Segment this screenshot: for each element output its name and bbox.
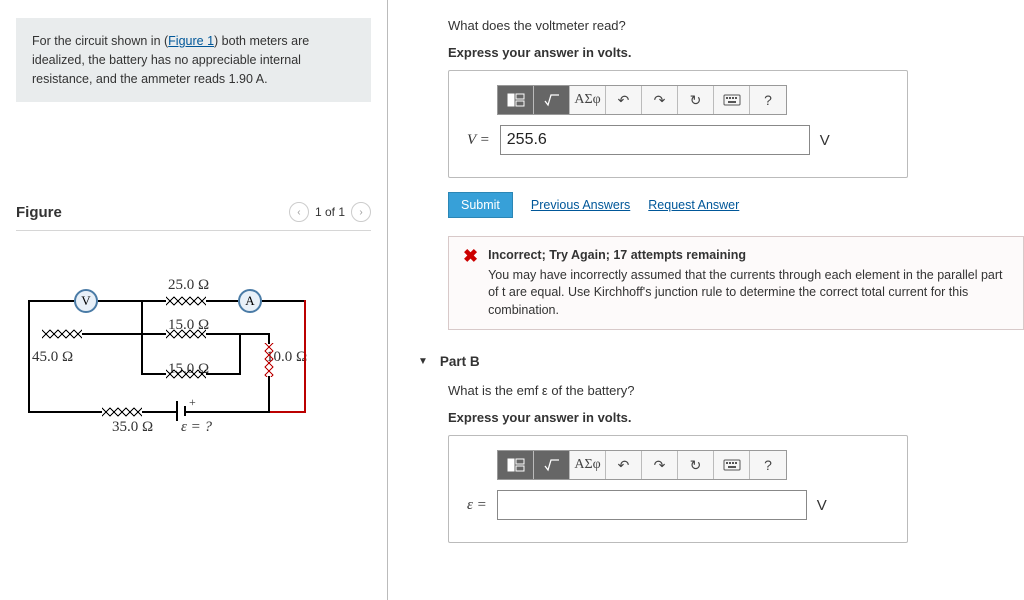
part-b-var: ε = (467, 497, 487, 514)
reset-icon[interactable]: ↻ (678, 86, 714, 114)
part-b-input-group: ΑΣφ ↶ ↷ ↻ ? ε = V (448, 435, 908, 543)
part-a-var: V = (467, 132, 490, 149)
r-bottom-label: 35.0 Ω (112, 419, 153, 436)
request-answer-link[interactable]: Request Answer (648, 198, 739, 212)
next-figure-button[interactable]: › (351, 202, 371, 222)
feedback-title: Incorrect; Try Again; 17 attempts remain… (488, 247, 1009, 265)
figure-header: Figure ‹ 1 of 1 › (16, 202, 371, 231)
part-b-input-row: ε = V (467, 490, 889, 520)
problem-pre: For the circuit shown in ( (32, 34, 168, 48)
part-a-input-row: V = V (467, 125, 889, 155)
voltmeter-icon: V (74, 289, 98, 313)
part-b-unit: V (817, 497, 827, 514)
figure-title: Figure (16, 204, 62, 221)
left-pane: For the circuit shown in (Figure 1) both… (0, 0, 388, 600)
template-icon[interactable] (498, 451, 534, 479)
sqrt-icon[interactable] (534, 86, 570, 114)
formula-toolbar-b: ΑΣφ ↶ ↷ ↻ ? (497, 450, 787, 480)
template-icon[interactable] (498, 86, 534, 114)
part-b-header[interactable]: ▼ Part B (418, 354, 1024, 369)
previous-answers-link[interactable]: Previous Answers (531, 198, 630, 212)
problem-statement: For the circuit shown in (Figure 1) both… (16, 18, 371, 102)
part-b-input[interactable] (497, 490, 807, 520)
part-a-instruction: Express your answer in volts. (448, 45, 1024, 60)
figure-image: 25.0 Ω 15.0 Ω 45.0 Ω 15.0 Ω 10.0 Ω 35.0 … (16, 281, 371, 461)
submit-button[interactable]: Submit (448, 192, 513, 218)
right-pane: What does the voltmeter read? Express yo… (388, 0, 1024, 600)
r-left-label: 45.0 Ω (32, 349, 73, 366)
feedback-box: ✖ Incorrect; Try Again; 17 attempts rema… (448, 236, 1024, 330)
part-b-title: Part B (440, 354, 480, 369)
part-a-question: What does the voltmeter read? (448, 18, 1024, 33)
keyboard-icon[interactable] (714, 451, 750, 479)
r-top-label: 25.0 Ω (168, 277, 209, 294)
undo-icon[interactable]: ↶ (606, 86, 642, 114)
redo-icon[interactable]: ↷ (642, 86, 678, 114)
part-b-question: What is the emf ε of the battery? (448, 383, 1024, 398)
redo-icon[interactable]: ↷ (642, 451, 678, 479)
sqrt-icon[interactable] (534, 451, 570, 479)
part-b-instruction: Express your answer in volts. (448, 410, 1024, 425)
part-b: What is the emf ε of the battery? Expres… (418, 383, 1024, 543)
help-button[interactable]: ? (750, 86, 786, 114)
part-a-actions: Submit Previous Answers Request Answer (448, 192, 1024, 218)
figure-counter: 1 of 1 (315, 205, 345, 219)
help-button[interactable]: ? (750, 451, 786, 479)
part-a-unit: V (820, 132, 830, 149)
figure-nav: ‹ 1 of 1 › (289, 202, 371, 222)
symbols-button[interactable]: ΑΣφ (570, 86, 606, 114)
incorrect-icon: ✖ (463, 247, 478, 319)
figure-link[interactable]: Figure 1 (168, 34, 214, 48)
keyboard-icon[interactable] (714, 86, 750, 114)
undo-icon[interactable]: ↶ (606, 451, 642, 479)
disclose-icon: ▼ (418, 356, 428, 367)
feedback-body: You may have incorrectly assumed that th… (488, 267, 1009, 320)
part-a: What does the voltmeter read? Express yo… (418, 18, 1024, 330)
formula-toolbar: ΑΣφ ↶ ↷ ↻ ? (497, 85, 787, 115)
symbols-button[interactable]: ΑΣφ (570, 451, 606, 479)
emf-label: ε = ? (181, 419, 212, 436)
part-a-input-group: ΑΣφ ↶ ↷ ↻ ? V = V (448, 70, 908, 178)
circuit-diagram: 25.0 Ω 15.0 Ω 45.0 Ω 15.0 Ω 10.0 Ω 35.0 … (26, 281, 326, 461)
prev-figure-button[interactable]: ‹ (289, 202, 309, 222)
ammeter-icon: A (238, 289, 262, 313)
part-a-input[interactable] (500, 125, 810, 155)
reset-icon[interactable]: ↻ (678, 451, 714, 479)
